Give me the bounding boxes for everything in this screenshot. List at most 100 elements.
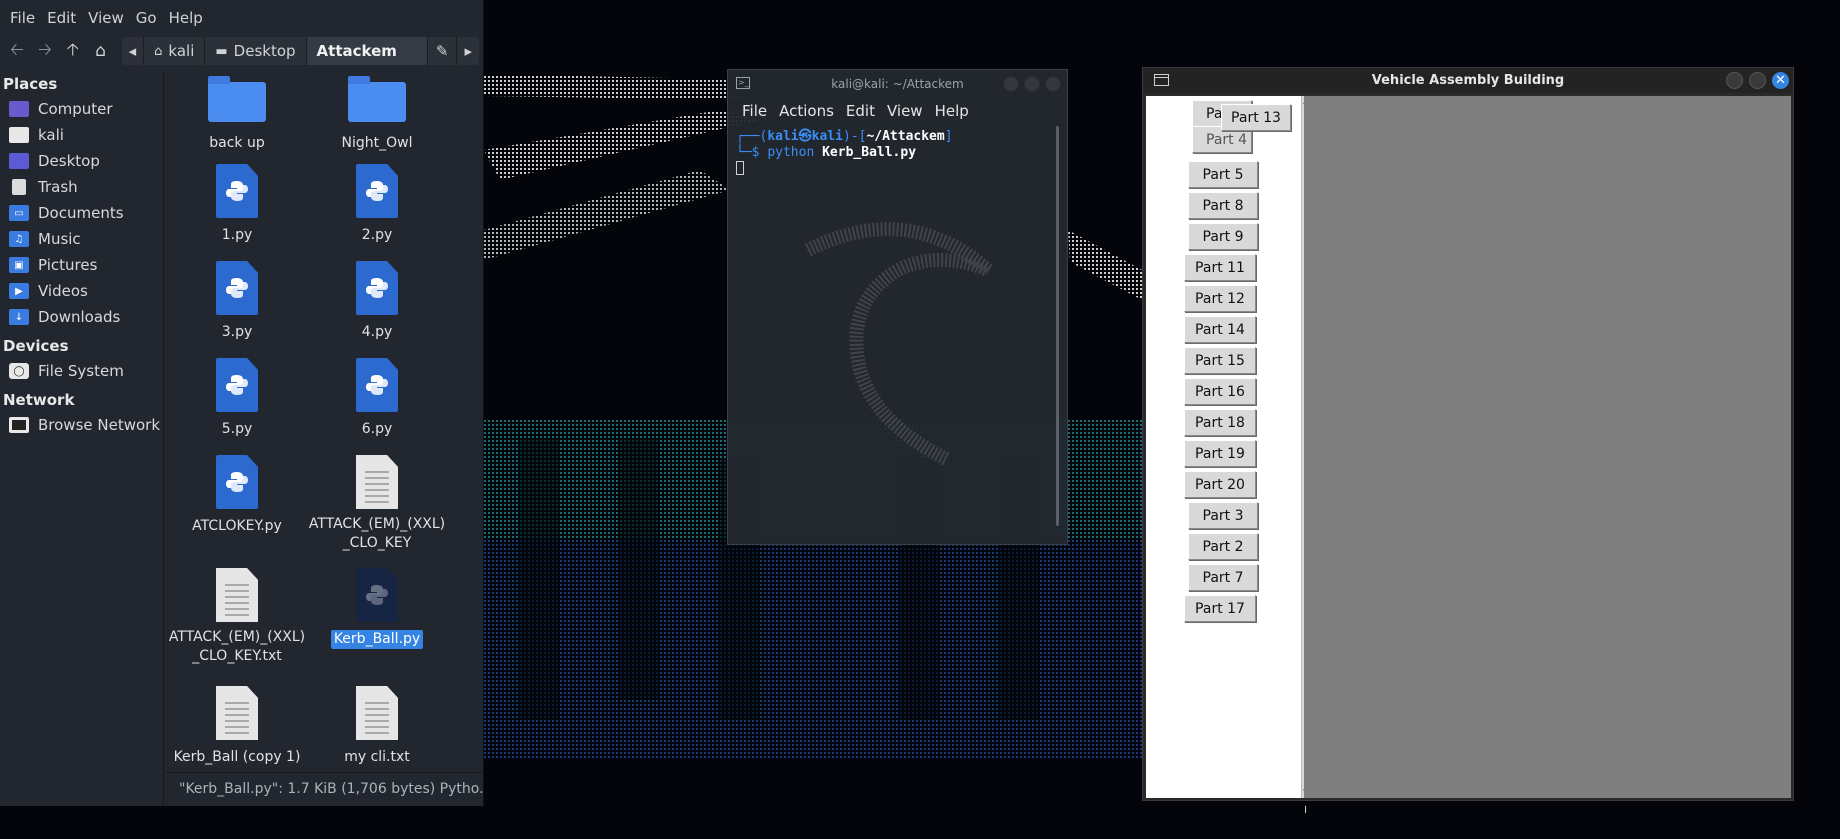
file-name-label: 3.py [221, 324, 253, 340]
part-button[interactable]: Part 15 [1184, 347, 1256, 374]
pictures-folder-icon: ▣ [9, 257, 29, 273]
file-item[interactable]: 2.py [307, 164, 447, 245]
desktop-icon: ▬ [215, 43, 228, 59]
breadcrumb-attackem[interactable]: Attackem [306, 37, 428, 65]
maximize-button[interactable] [1024, 76, 1040, 92]
close-button[interactable] [1045, 76, 1061, 92]
menu-file[interactable]: File [4, 9, 41, 27]
sidebar-item-downloads[interactable]: ↓ Downloads [0, 304, 163, 330]
terminal-menu-help[interactable]: Help [929, 102, 975, 120]
minimize-button[interactable] [1003, 76, 1019, 92]
assembly-canvas[interactable] [1304, 96, 1791, 798]
menu-go[interactable]: Go [130, 9, 163, 27]
part-button[interactable]: Part 17 [1184, 595, 1256, 622]
file-name-label: 4.py [361, 324, 393, 340]
file-item[interactable]: ATTACK_(EM)_(XXL) _CLO_KEY [307, 455, 447, 553]
file-manager-window: File Edit View Go Help 🡠 🡢 🡡 ⌂ ◂ ⌂ kali ▬… [0, 0, 484, 806]
menu-view[interactable]: View [82, 9, 130, 27]
up-arrow-icon[interactable]: 🡡 [60, 37, 86, 65]
part-button[interactable]: Part 9 [1188, 223, 1258, 250]
file-item[interactable]: 6.py [307, 358, 447, 439]
text-file-icon [207, 568, 267, 624]
home-icon[interactable]: ⌂ [88, 37, 114, 65]
file-item[interactable]: my cli.txt [307, 686, 447, 767]
python-file-icon [347, 358, 407, 414]
part-button[interactable]: Part 12 [1184, 285, 1256, 312]
sidebar-item-browse-network[interactable]: Browse Network [0, 412, 163, 438]
part-button[interactable]: Part 20 [1184, 471, 1256, 498]
sidebar-item-trash[interactable]: Trash [0, 174, 163, 200]
sidebar-item-pictures[interactable]: ▣ Pictures [0, 252, 163, 278]
home-folder-icon [9, 127, 29, 143]
part-button[interactable]: Part 16 [1184, 378, 1256, 405]
home-icon: ⌂ [154, 43, 163, 59]
vehicle-assembly-titlebar[interactable]: Vehicle Assembly Building ✕ [1143, 68, 1793, 93]
file-item[interactable]: Night_Owl [307, 72, 447, 153]
part-button[interactable]: Part 7 [1188, 564, 1258, 591]
file-grid: back up Night_Owl 1.py 2.py 3.py 4.py 5.py 6.py… [165, 72, 483, 772]
edit-location-pencil-icon[interactable]: ✎ [428, 37, 458, 65]
documents-folder-icon: ▭ [9, 205, 29, 221]
forward-arrow-icon[interactable]: 🡢 [32, 37, 58, 65]
sidebar-item-file-system[interactable]: ◯ File System [0, 358, 163, 384]
terminal-titlebar[interactable]: >_ kali@kali: ~/Attackem [728, 70, 1067, 97]
sidebar-item-kali[interactable]: kali [0, 122, 163, 148]
back-arrow-icon[interactable]: 🡠 [4, 37, 30, 65]
file-item[interactable]: back up [167, 72, 307, 153]
file-item[interactable]: Kerb_Ball.py [307, 568, 447, 649]
part-button[interactable]: Part 3 [1188, 502, 1258, 529]
sidebar-item-documents[interactable]: ▭ Documents [0, 200, 163, 226]
breadcrumb-desktop[interactable]: ▬ Desktop [205, 37, 307, 65]
terminal-menu-edit[interactable]: Edit [840, 102, 881, 120]
terminal-output[interactable]: ┌──(kali㉿kali)-[~/Attackem] └─$ python K… [728, 125, 1067, 182]
file-name-label: 1.py [221, 227, 253, 243]
devices-heading: Devices [3, 337, 69, 355]
file-name-label: back up [209, 135, 265, 151]
part-button[interactable]: Part 5 [1188, 161, 1258, 188]
part-button[interactable]: Part 11 [1184, 254, 1256, 281]
terminal-menu-actions[interactable]: Actions [773, 102, 840, 120]
breadcrumb-kali[interactable]: ⌂ kali [144, 37, 206, 65]
file-item[interactable]: ATCLOKEY.py [167, 455, 307, 536]
window-icon [1154, 74, 1169, 86]
sidebar-item-computer[interactable]: Computer [0, 96, 163, 122]
file-item[interactable]: 5.py [167, 358, 307, 439]
text-file-icon [207, 686, 267, 742]
breadcrumb-right-chevron-icon[interactable]: ▸ [457, 37, 479, 65]
file-item[interactable]: 4.py [307, 261, 447, 342]
terminal-menu-view[interactable]: View [881, 102, 929, 120]
menu-edit[interactable]: Edit [41, 9, 82, 27]
videos-folder-icon: ▶ [9, 283, 29, 299]
part-button[interactable]: Part 2 [1188, 533, 1258, 560]
sidebar-item-music[interactable]: ♫ Music [0, 226, 163, 252]
terminal-menu-file[interactable]: File [736, 102, 773, 120]
file-item[interactable]: Kerb_Ball (copy 1) [167, 686, 307, 767]
python-file-icon [207, 261, 267, 317]
assembly-canvas-area: Par Part 4 Part 13 Part 5 Part 8 Part 9 Part 1… [1146, 96, 1791, 798]
kali-dragon-watermark-icon [804, 222, 993, 467]
terminal-title: kali@kali: ~/Attackem [831, 76, 964, 91]
file-item[interactable]: ATTACK_(EM)_(XXL) _CLO_KEY.txt [167, 568, 307, 666]
sidebar-item-desktop[interactable]: Desktop [0, 148, 163, 174]
part-button[interactable]: Part 8 [1188, 192, 1258, 219]
sidebar-item-videos[interactable]: ▶ Videos [0, 278, 163, 304]
part-button[interactable]: Part 19 [1184, 440, 1256, 467]
prompt-line-2: └─$ python Kerb_Ball.py [736, 145, 917, 160]
breadcrumb-left-chevron-icon[interactable]: ◂ [122, 37, 145, 65]
file-name-label: my cli.txt [344, 749, 410, 765]
file-name-label: 5.py [221, 421, 253, 437]
close-button[interactable]: ✕ [1772, 72, 1789, 89]
part-button[interactable]: Part 13 [1221, 104, 1291, 131]
part-button[interactable]: Part 18 [1184, 409, 1256, 436]
part-button[interactable]: Part 14 [1184, 316, 1256, 343]
file-name-label: Kerb_Ball (copy 1) [173, 749, 301, 765]
maximize-button[interactable] [1749, 72, 1766, 89]
terminal-scrollbar[interactable] [1056, 126, 1059, 526]
minimize-button[interactable] [1726, 72, 1743, 89]
file-item[interactable]: 1.py [167, 164, 307, 245]
file-name-label: ATTACK_(EM)_(XXL) [308, 516, 446, 532]
file-item[interactable]: 3.py [167, 261, 307, 342]
file-name-label: Kerb_Ball.py [330, 630, 424, 649]
menu-help[interactable]: Help [163, 9, 209, 27]
python-file-icon [207, 358, 267, 414]
